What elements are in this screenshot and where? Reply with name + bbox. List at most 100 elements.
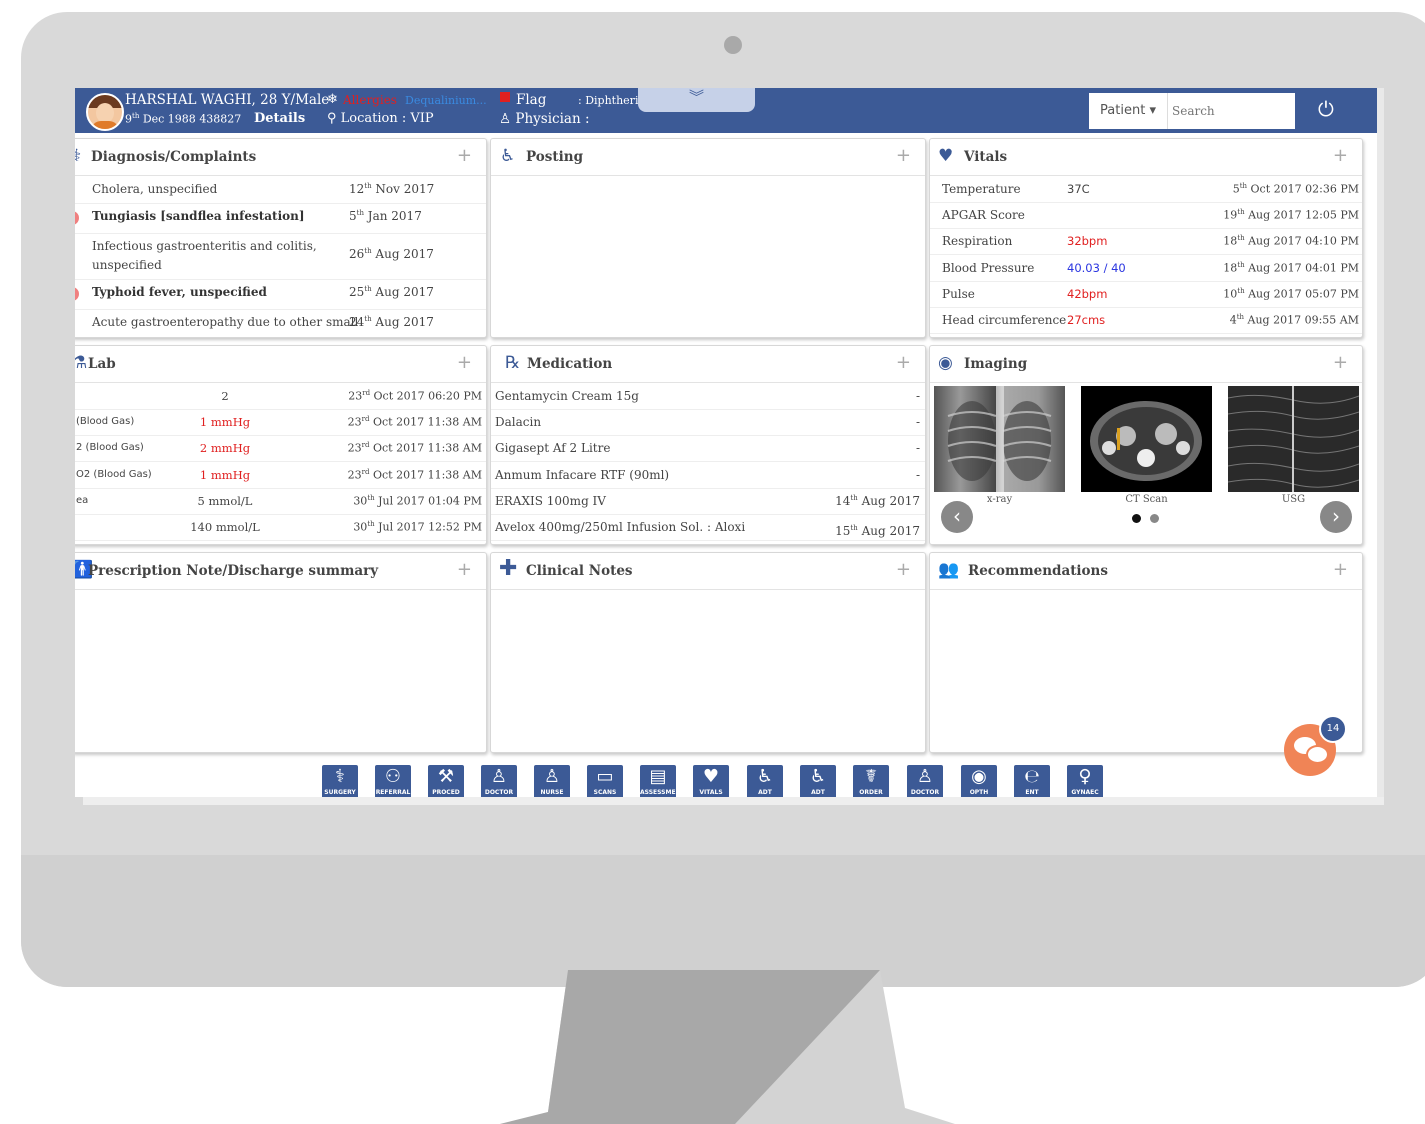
diagnosis-name: Acute gastroenteropathy due to other sma…	[92, 315, 359, 329]
toolbar-button-vitals[interactable]: ♥ VITALS	[693, 765, 729, 797]
recommendations-title: Recommendations	[968, 563, 1108, 579]
vital-value: 32bpm	[1067, 234, 1108, 249]
ct-scan-thumbnail[interactable]	[1081, 386, 1212, 492]
date-day: 30	[353, 520, 368, 534]
diagnosis-date: 25th Aug 2017	[349, 285, 434, 299]
add-posting-button[interactable]: +	[896, 145, 911, 166]
add-lab-button[interactable]: +	[457, 352, 472, 373]
toolbar-button-scans[interactable]: ▭ SCANS	[587, 765, 623, 797]
toolbar-button-gynaec[interactable]: ♀ GYNAEC	[1067, 765, 1103, 797]
add-recommendation-button[interactable]: +	[1333, 559, 1348, 580]
vital-date: 18th Aug 2017 04:01 PM	[1223, 261, 1359, 275]
diagnosis-date: 24th Aug 2017	[349, 315, 434, 329]
vital-name: Respiration	[942, 234, 1013, 249]
medication-row[interactable]: Anmum Infacare RTF (90ml) -	[491, 462, 925, 489]
power-icon[interactable]: ⏻	[1318, 97, 1334, 121]
date-rest: Aug 2017	[371, 285, 434, 299]
lab-date: 23rd Oct 2017 06:20 PM	[348, 389, 482, 403]
diagnosis-row[interactable]: Acute gastroenteropathy due to other sma…	[75, 309, 486, 337]
lab-test-name: (Blood Gas)	[76, 416, 135, 428]
patient-avatar[interactable]	[86, 93, 124, 131]
search-input[interactable]	[1168, 93, 1295, 129]
diagnosis-row[interactable]: Typhoid fever, unspecified 25th Aug 2017	[75, 279, 486, 310]
flag-label[interactable]: Flag	[516, 92, 546, 108]
carousel-prev-button[interactable]: ‹	[941, 501, 973, 533]
imaging-title: Imaging	[964, 356, 1028, 372]
scan-icon: ◉	[938, 353, 953, 373]
carousel-dot[interactable]	[1150, 514, 1159, 523]
vital-name: Temperature	[942, 182, 1021, 196]
medication-name: ERAXIS 100mg IV	[495, 493, 606, 508]
usg-thumbnail[interactable]	[1228, 386, 1359, 492]
add-vitals-button[interactable]: +	[1333, 145, 1348, 166]
referral-icon: ⚇	[384, 766, 402, 787]
medication-row[interactable]: Gentamycin Cream 15g -	[491, 383, 925, 410]
vital-value: 42bpm	[1067, 286, 1108, 301]
nurse-icon: ♙	[543, 766, 561, 787]
vital-row[interactable]: Head circumference 27cms 4th Aug 2017 09:5…	[930, 307, 1362, 334]
lab-date: 30th Jul 2017 01:04 PM	[353, 494, 482, 508]
lab-row[interactable]: 2 (Blood Gas) 2 mmHg 23rd Oct 2017 11:38 A…	[75, 435, 486, 463]
carousel-next-button[interactable]: ›	[1320, 501, 1352, 533]
vital-row[interactable]: Temperature 37C 5th Oct 2017 02:36 PM	[930, 176, 1362, 203]
location-text: Location : VIP	[340, 111, 434, 126]
toolbar-button-adt[interactable]: ♿ ADT	[747, 765, 783, 797]
lab-row[interactable]: 140 mmol/L 30th Jul 2017 12:52 PM	[75, 514, 486, 541]
allergies-value[interactable]: Dequalinium...	[405, 94, 487, 107]
allergies-label[interactable]: Allergies	[343, 93, 397, 107]
toolbar-button-nurse[interactable]: ♙ NURSE	[534, 765, 570, 797]
medication-row[interactable]: Gigasept Af 2 Litre -	[491, 435, 925, 463]
location: ⚲ Location : VIP	[327, 111, 434, 126]
diagnosis-row[interactable]: Cholera, unspecified 12th Nov 2017	[75, 176, 486, 204]
diagnosis-row[interactable]: Tungiasis [sandflea infestation] 5th Jan …	[75, 203, 486, 234]
toolbar-button-opth[interactable]: ◉ OPTH	[961, 765, 997, 797]
vital-row[interactable]: Blood Pressure 40.03 / 40 18th Aug 2017 04…	[930, 255, 1362, 282]
add-imaging-button[interactable]: +	[1333, 352, 1348, 373]
date-rest: Aug 2017 04:10 PM	[1244, 235, 1359, 249]
patient-name: HARSHAL WAGHI, 28 Y/Male	[125, 92, 330, 108]
add-medication-button[interactable]: +	[896, 352, 911, 373]
diagnosis-row[interactable]: Infectious gastroenteritis and colitis, …	[75, 233, 486, 280]
lab-row[interactable]: ea 5 mmol/L 30th Jul 2017 01:04 PM	[75, 488, 486, 515]
medication-row[interactable]: ERAXIS 100mg IV 14th Aug 2017	[491, 488, 925, 515]
medication-row[interactable]: Dalacin -	[491, 409, 925, 437]
clinical-notes-title: Clinical Notes	[526, 563, 633, 579]
vital-row[interactable]: APGAR Score 19th Aug 2017 12:05 PM	[930, 202, 1362, 230]
toolbar-button-ent[interactable]: ℮ ENT	[1014, 765, 1050, 797]
toolbar-button-proced[interactable]: ⚒ PROCED	[428, 765, 464, 797]
lab-title: Lab	[88, 356, 116, 372]
toolbar-button-doctor[interactable]: ♙ DOCTOR	[907, 765, 943, 797]
date-day: 5	[1232, 182, 1240, 196]
add-diagnosis-button[interactable]: +	[457, 145, 472, 166]
lab-date: 23rd Oct 2017 11:38 AM	[348, 415, 482, 429]
toolbar-button-doctor[interactable]: ♙ DOCTOR	[481, 765, 517, 797]
vital-row[interactable]: Pulse 42bpm 10th Aug 2017 05:07 PM	[930, 281, 1362, 308]
xray-thumbnail[interactable]	[934, 386, 1065, 492]
vital-row[interactable]: Respiration 32bpm 18th Aug 2017 04:10 PM	[930, 228, 1362, 256]
toolbar-button-adt[interactable]: ♿ ADT	[800, 765, 836, 797]
screen-edge-bottom	[83, 797, 1384, 805]
carousel-dot-active[interactable]	[1132, 514, 1141, 523]
chat-count-badge: 14	[1319, 715, 1347, 743]
lab-row[interactable]: O2 (Blood Gas) 1 mmHg 23rd Oct 2017 11:38 …	[75, 462, 486, 489]
toolbar-button-referral[interactable]: ⚇ REFERRAL	[375, 765, 411, 797]
medication-row[interactable]: Avelox 400mg/250ml Infusion Sol. : Aloxi…	[491, 514, 925, 541]
collapse-header-button[interactable]: ︾	[638, 88, 755, 112]
toolbar-button-surgery[interactable]: ⚕ SURGERY	[322, 765, 358, 797]
toolbar-button-assessment[interactable]: ▤ ASSESSMENT	[640, 765, 685, 797]
details-link[interactable]: Details	[254, 111, 305, 126]
search-type-select[interactable]: Patient ▾	[1089, 93, 1168, 129]
add-prescription-button[interactable]: +	[457, 559, 472, 580]
add-clinical-note-button[interactable]: +	[896, 559, 911, 580]
lab-test-name: O2 (Blood Gas)	[76, 468, 152, 480]
vital-date: 10th Aug 2017 05:07 PM	[1223, 287, 1359, 301]
date-suffix: rd	[362, 389, 371, 397]
date-day: 23	[347, 415, 362, 429]
imaging-carousel: x-ray CT Scan USG	[934, 386, 1362, 505]
lab-row[interactable]: (Blood Gas) 1 mmHg 23rd Oct 2017 11:38 AM	[75, 409, 486, 437]
lab-row[interactable]: 2 23rd Oct 2017 06:20 PM	[75, 383, 486, 410]
toolbar-button-label: ADT	[758, 789, 772, 796]
toolbar-button-order[interactable]: ☤ ORDER	[853, 765, 889, 797]
monitor-chin	[21, 855, 1425, 987]
diagnosis-panel: ⚕ Diagnosis/Complaints + Cholera, unspec…	[75, 138, 487, 338]
